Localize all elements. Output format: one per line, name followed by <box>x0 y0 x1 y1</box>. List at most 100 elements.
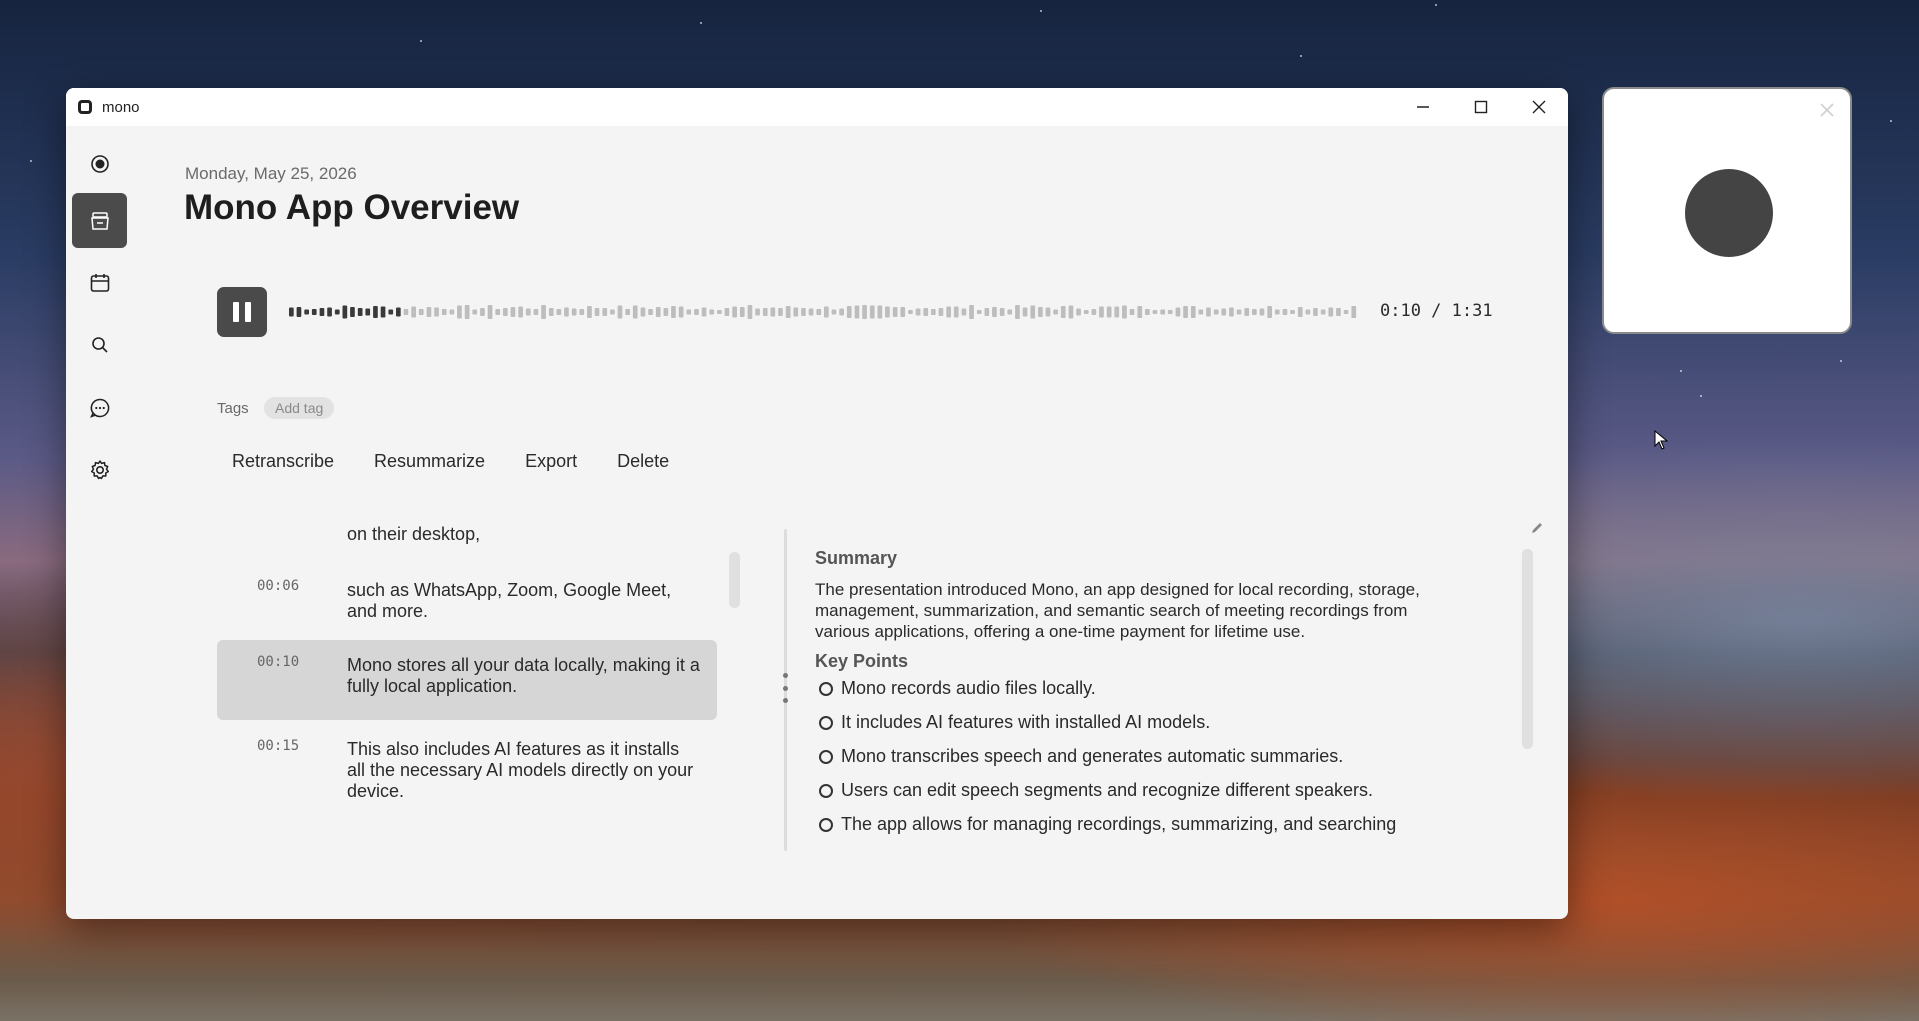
waveform-bar <box>625 309 630 315</box>
waveform-bar <box>487 305 493 319</box>
pause-button[interactable] <box>217 287 267 337</box>
action-bar: Retranscribe Resummarize Export Delete <box>232 451 669 472</box>
waveform-bar <box>1015 305 1020 319</box>
transcript-scrollbar[interactable] <box>729 552 740 608</box>
transcript-segment[interactable]: on their desktop, <box>217 524 717 548</box>
bullet-icon <box>819 784 833 798</box>
waveform-bar <box>976 310 982 314</box>
waveform-bar <box>938 308 944 316</box>
waveform-bar <box>747 305 753 319</box>
main-window: mono Monday, May 25, 2026 Mono App Overv… <box>66 88 1568 919</box>
waveform-bar <box>1282 309 1288 315</box>
waveform-bar <box>495 309 501 315</box>
retranscribe-button[interactable]: Retranscribe <box>232 451 334 472</box>
mouse-cursor-icon <box>1654 430 1668 450</box>
close-icon <box>1532 100 1546 114</box>
waveform-bar <box>762 308 768 316</box>
sidebar-item-search[interactable] <box>72 317 127 372</box>
waveform-bar <box>1190 306 1196 318</box>
waveform-bar <box>1038 307 1043 317</box>
waveform-bar <box>1328 307 1334 317</box>
waveform-bar <box>610 309 615 315</box>
delete-button[interactable]: Delete <box>617 451 669 472</box>
waveform-bar <box>686 309 692 315</box>
waveform-bar-played <box>342 305 348 319</box>
waveform-bar <box>602 308 608 316</box>
waveform-bar <box>808 308 814 316</box>
transcript-segment[interactable]: 00:06 such as WhatsApp, Zoom, Google Mee… <box>217 564 717 634</box>
waveform-bar <box>678 306 684 318</box>
waveform-bar <box>869 305 875 319</box>
waveform-bar-played <box>304 309 309 315</box>
waveform-bar <box>1106 306 1112 318</box>
transcript-list[interactable]: on their desktop, 00:06 such as WhatsApp… <box>217 524 717 862</box>
key-points-list: Mono records audio files locally. It inc… <box>815 678 1525 848</box>
waveform-bar <box>587 306 592 318</box>
calendar-icon <box>90 273 109 292</box>
waveform-bar <box>579 309 585 315</box>
waveform-bar <box>969 305 974 319</box>
sidebar-item-calendar[interactable] <box>72 255 127 310</box>
add-tag-button[interactable]: Add tag <box>264 397 335 419</box>
waveform-bar <box>953 306 959 318</box>
waveform-bar <box>655 307 661 317</box>
key-point-item: The app allows for managing recordings, … <box>815 814 1525 848</box>
key-point-item: Mono transcribes speech and generates au… <box>815 746 1525 780</box>
waveform-bar <box>533 309 539 315</box>
tags-label: Tags <box>217 400 249 417</box>
edit-icon[interactable] <box>1530 521 1544 535</box>
waveform-bar <box>1259 308 1265 316</box>
waveform-bar <box>472 309 478 315</box>
transcript-segment-active[interactable]: 00:10 Mono stores all your data locally,… <box>217 640 717 720</box>
export-button[interactable]: Export <box>525 451 577 472</box>
waveform-bar <box>1206 307 1211 317</box>
resize-handle-icon[interactable] <box>780 673 790 703</box>
record-icon <box>90 154 109 173</box>
waveform-bar <box>1244 308 1250 316</box>
waveform-bar <box>900 307 906 317</box>
resummarize-button[interactable]: Resummarize <box>374 451 485 472</box>
waveform-bar <box>839 308 844 316</box>
key-point-item: Users can edit speech segments and recog… <box>815 780 1525 814</box>
waveform-bar <box>755 308 760 316</box>
waveform-bar <box>1137 306 1143 318</box>
waveform-bar <box>525 308 531 316</box>
waveform-bar <box>403 309 409 315</box>
waveform-bar <box>1129 309 1135 315</box>
playback-time: 0:10 / 1:31 <box>1380 301 1493 321</box>
waveform-bar <box>1083 310 1089 314</box>
sidebar-item-library[interactable] <box>72 193 127 248</box>
waveform-bar <box>541 305 546 319</box>
bullet-icon <box>819 682 833 696</box>
waveform-bar <box>709 309 715 315</box>
transcript-segment[interactable]: 00:15 This also includes AI features as … <box>217 724 717 824</box>
sidebar-item-settings[interactable] <box>72 442 127 497</box>
segment-text: Mono stores all your data locally, makin… <box>347 655 700 696</box>
waveform-bar <box>1007 309 1013 315</box>
summary-heading: Summary <box>815 548 898 568</box>
search-icon <box>91 336 108 353</box>
close-icon[interactable] <box>1820 103 1834 117</box>
waveform-bar <box>548 308 554 316</box>
waveform-bar-played <box>296 307 302 317</box>
waveform-scrubber[interactable] <box>289 291 1359 333</box>
waveform-bar <box>1167 310 1173 314</box>
waveform-bar <box>824 306 829 318</box>
sidebar <box>66 126 132 919</box>
bullet-icon <box>819 818 833 832</box>
maximize-button[interactable] <box>1452 88 1510 126</box>
waveform-bar <box>862 305 867 319</box>
pause-icon <box>230 302 254 322</box>
close-window-button[interactable] <box>1510 88 1568 126</box>
record-button[interactable] <box>1685 169 1773 257</box>
waveform-bar <box>663 308 669 316</box>
library-icon <box>90 211 109 230</box>
sidebar-item-chat[interactable] <box>72 380 127 435</box>
minimize-button[interactable] <box>1394 88 1452 126</box>
waveform-bar <box>984 308 990 316</box>
waveform-bar-played <box>319 308 325 316</box>
title-bar[interactable]: mono <box>66 88 1568 126</box>
waveform-bar <box>1236 309 1242 315</box>
summary-scrollbar[interactable] <box>1522 549 1533 749</box>
sidebar-item-record[interactable] <box>72 136 127 191</box>
